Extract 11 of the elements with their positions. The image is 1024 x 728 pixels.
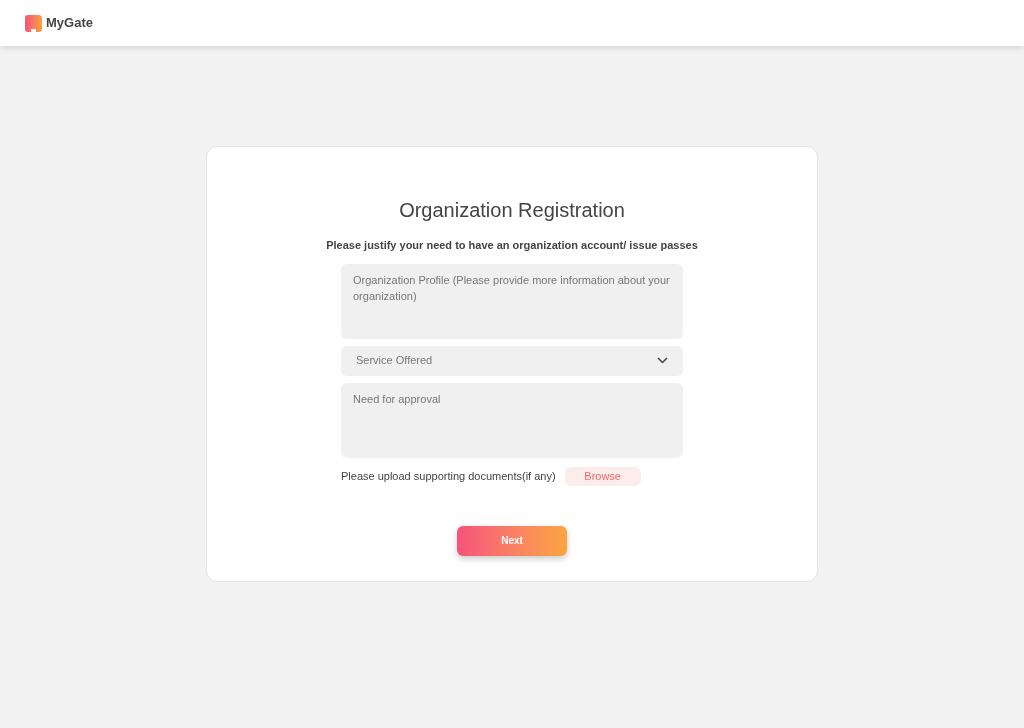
brand-name: MyGate [46, 14, 93, 33]
text-area[interactable]: Need for approval [341, 382, 683, 458]
form-title: Organization Registration [399, 198, 625, 223]
upload-label: Please upload supporting documents(if any) [341, 468, 556, 484]
logo-icon [25, 14, 42, 32]
chevron-down-icon [657, 357, 668, 364]
text-area[interactable]: Organization Profile (Please provide more information about your organization) [341, 263, 683, 339]
service-select[interactable]: Service Offered [341, 345, 683, 376]
next-button[interactable]: Next [457, 525, 567, 556]
form-subtitle: Please justify your need to have an organization account/ issue passes [326, 238, 698, 253]
browse-button[interactable]: Browse [564, 466, 641, 486]
